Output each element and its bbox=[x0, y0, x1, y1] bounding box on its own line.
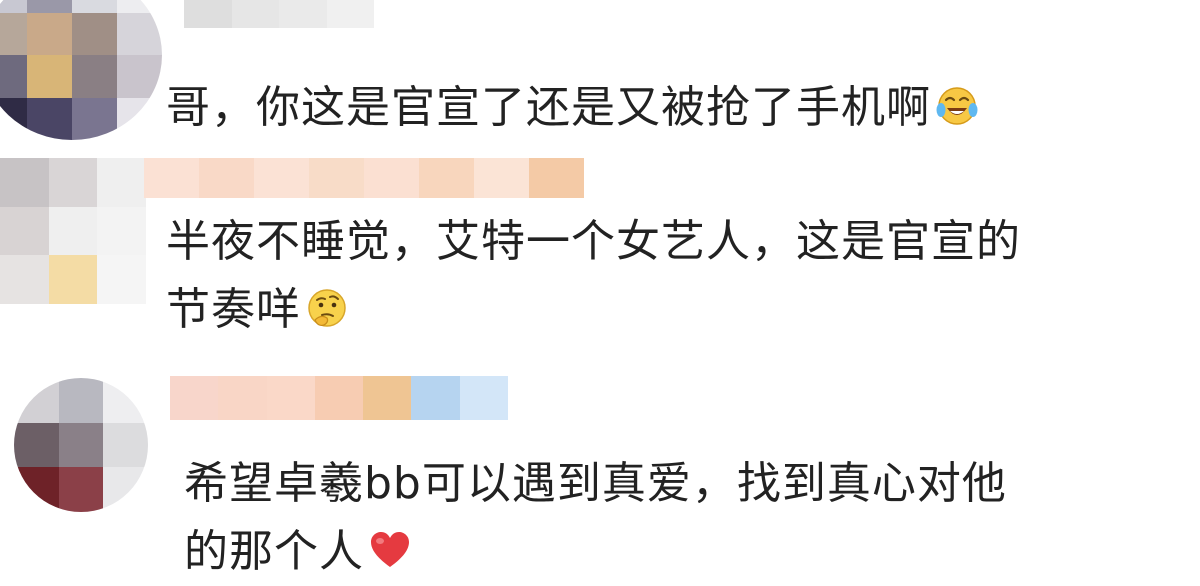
avatar-pixel bbox=[14, 422, 59, 468]
username-blur-block bbox=[363, 376, 412, 420]
username-blur-block bbox=[279, 0, 327, 28]
thinking-emoji-icon bbox=[308, 289, 346, 327]
username-blur-block bbox=[170, 376, 219, 420]
comment-line: 半夜不睡觉，艾特一个女艺人，这是官宣的 bbox=[166, 216, 1021, 267]
avatar-pixel bbox=[117, 12, 162, 55]
avatar-pixel bbox=[0, 12, 27, 55]
avatar-pixel bbox=[58, 422, 104, 468]
avatar-pixel bbox=[27, 0, 72, 13]
username-blur-block bbox=[199, 158, 254, 198]
avatar-pixel bbox=[48, 158, 98, 207]
avatar-pixel bbox=[0, 255, 49, 304]
username-blur-block bbox=[144, 158, 199, 198]
comment-line: 希望卓羲bb可以遇到真爱，找到真心对他 bbox=[184, 458, 1007, 509]
avatar-pixel bbox=[0, 55, 27, 98]
avatar-pixel bbox=[117, 55, 162, 98]
avatar-pixel bbox=[58, 378, 104, 423]
username-blur-block bbox=[529, 158, 584, 198]
username-blur-block bbox=[459, 376, 508, 420]
username-blur-block bbox=[474, 158, 529, 198]
comment-text: 半夜不睡觉，艾特一个女艺人，这是官宣的 节奏咩 bbox=[166, 208, 1021, 344]
avatar-pixel bbox=[48, 206, 98, 256]
comment-line: 的那个人 bbox=[184, 518, 1007, 586]
comment-text: 希望卓羲bb可以遇到真爱，找到真心对他 的那个人 bbox=[184, 450, 1007, 586]
username-blur-block bbox=[231, 0, 279, 28]
username[interactable] bbox=[170, 376, 508, 420]
avatar-pixel bbox=[103, 378, 148, 423]
avatar[interactable] bbox=[0, 158, 146, 304]
avatar-pixel bbox=[58, 467, 104, 512]
avatar-pixel bbox=[0, 0, 27, 13]
avatar-pixel bbox=[14, 467, 59, 512]
avatar[interactable] bbox=[0, 0, 162, 140]
avatar-pixel bbox=[27, 97, 72, 140]
username-blur-block bbox=[326, 0, 374, 28]
username-blur-block bbox=[309, 158, 364, 198]
avatar-pixel bbox=[0, 206, 49, 256]
avatar-pixel bbox=[72, 12, 117, 55]
avatar-pixel bbox=[97, 255, 146, 304]
username-blur-block bbox=[254, 158, 309, 198]
avatar-pixel bbox=[14, 378, 59, 423]
avatar-pixel bbox=[48, 255, 98, 304]
avatar-pixel bbox=[117, 0, 162, 13]
avatar-pixel bbox=[117, 97, 162, 140]
avatar-pixel bbox=[103, 422, 148, 468]
username-blur-block bbox=[266, 376, 315, 420]
username[interactable] bbox=[144, 158, 584, 198]
comment-item: 希望卓羲bb可以遇到真爱，找到真心对他 的那个人 bbox=[0, 374, 1200, 580]
username-blur-block bbox=[364, 158, 419, 198]
comment-line: 哥，你这是官宣了还是又被抢了手机啊 bbox=[166, 74, 979, 142]
avatar-pixel bbox=[97, 158, 146, 207]
comment-item: 哥，你这是官宣了还是又被抢了手机啊 bbox=[0, 0, 1200, 152]
comment-item: 半夜不睡觉，艾特一个女艺人，这是官宣的 节奏咩 bbox=[0, 152, 1200, 374]
avatar-pixel bbox=[0, 97, 27, 140]
laughing-crying-emoji-icon bbox=[936, 87, 978, 125]
avatar[interactable] bbox=[14, 378, 148, 512]
avatar-pixel bbox=[72, 55, 117, 98]
username-blur-block bbox=[218, 376, 267, 420]
avatar-pixel bbox=[27, 12, 72, 55]
username[interactable] bbox=[184, 0, 374, 28]
avatar-pixel bbox=[27, 55, 72, 98]
avatar-pixel bbox=[72, 97, 117, 140]
red-heart-emoji-icon bbox=[371, 532, 409, 568]
avatar-pixel bbox=[0, 158, 49, 207]
username-blur-block bbox=[184, 0, 232, 28]
avatar-pixel bbox=[103, 467, 148, 512]
comment-text: 哥，你这是官宣了还是又被抢了手机啊 bbox=[166, 74, 979, 142]
username-blur-block bbox=[411, 376, 460, 420]
comment-line: 节奏咩 bbox=[166, 276, 1021, 344]
username-blur-block bbox=[419, 158, 474, 198]
username-blur-block bbox=[314, 376, 364, 420]
avatar-pixel bbox=[97, 206, 146, 256]
avatar-pixel bbox=[72, 0, 117, 13]
